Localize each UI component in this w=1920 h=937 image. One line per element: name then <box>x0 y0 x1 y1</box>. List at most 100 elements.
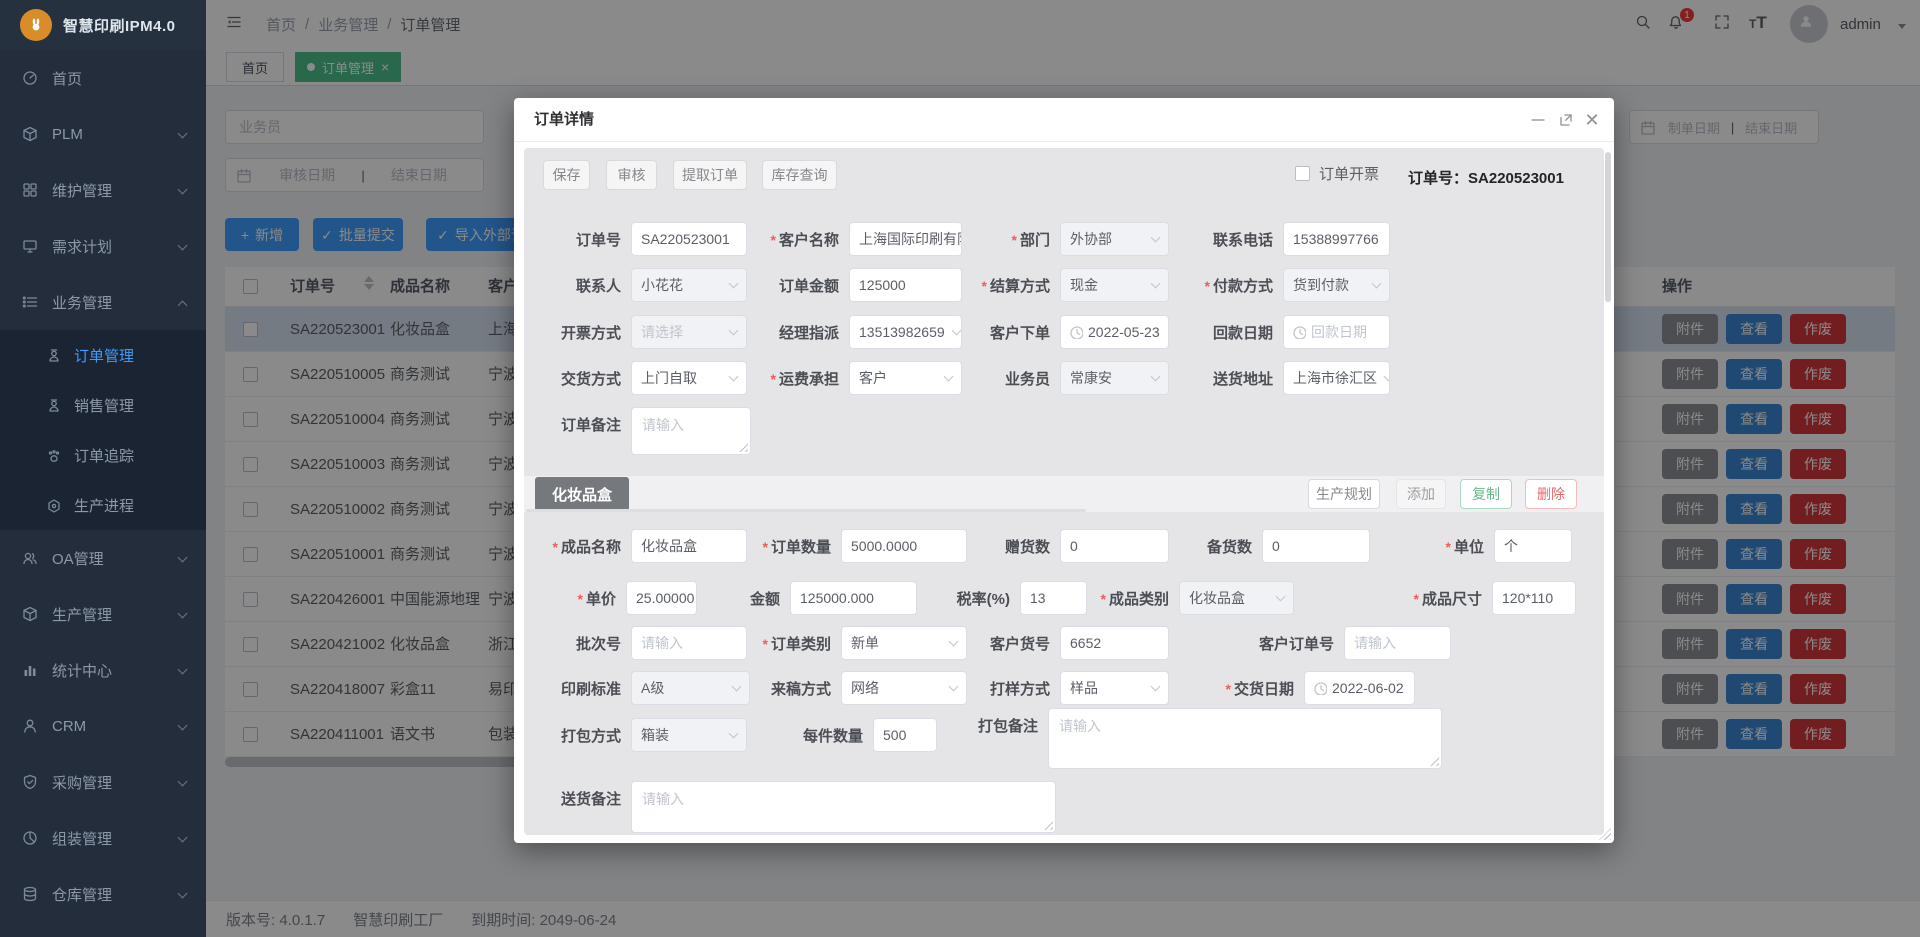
chevron-down-icon <box>178 185 188 195</box>
package-method-select[interactable]: 箱装 <box>631 718 747 752</box>
resize-handle[interactable] <box>1429 756 1439 766</box>
return-date-input[interactable]: 回款日期 <box>1283 315 1390 349</box>
sidebar-item-order-tracking[interactable]: 订单追踪 <box>0 430 206 480</box>
delete-product-button[interactable]: 删除 <box>1525 479 1577 509</box>
print-standard-select[interactable]: A级 <box>631 671 750 705</box>
gift-qty-input[interactable]: 0 <box>1060 529 1169 563</box>
freight-select[interactable]: 客户 <box>849 361 962 395</box>
proof-method-select[interactable]: 样品 <box>1060 671 1169 705</box>
minimize-icon[interactable] <box>1530 112 1546 128</box>
sidebar-item-production[interactable]: 生产管理 <box>0 586 206 642</box>
product-name-input[interactable]: 化妆品盒 <box>631 529 747 563</box>
field-invoice-type: 开票方式请选择 <box>542 315 747 349</box>
sidebar-item-order-management[interactable]: 订单管理 <box>0 330 206 380</box>
sidebar-item-label: 维护管理 <box>52 180 112 201</box>
batch-no-input[interactable]: 请输入 <box>631 626 747 660</box>
business-submenu: 订单管理 销售管理 订单追踪 生产进程 <box>0 330 206 530</box>
save-button[interactable]: 保存 <box>543 160 590 190</box>
required-mark: * <box>771 371 776 387</box>
modal-scrollbar[interactable] <box>1605 152 1611 302</box>
maximize-icon[interactable] <box>1558 112 1574 128</box>
sidebar-item-warehouse[interactable]: 仓库管理 <box>0 866 206 922</box>
stock-qty-input[interactable]: 0 <box>1262 529 1370 563</box>
tax-rate-input[interactable]: 13 <box>1020 581 1087 615</box>
customer-order-no-input[interactable]: 请输入 <box>1344 626 1451 660</box>
unit-price-input[interactable]: 25.00000 <box>626 581 697 615</box>
sidebar-item-sales-management[interactable]: 销售管理 <box>0 380 206 430</box>
contact-select[interactable]: 小花花 <box>631 268 747 302</box>
customer-item-no-input[interactable]: 6652 <box>1060 626 1169 660</box>
invoice-type-select[interactable]: 请选择 <box>631 315 747 349</box>
order-remark-textarea[interactable]: 请输入 <box>631 407 751 455</box>
sidebar-item-assembly[interactable]: 组装管理 <box>0 810 206 866</box>
manager-select[interactable]: 13513982659 <box>849 315 962 349</box>
field-delivery-remark: 送货备注请输入 <box>542 781 1056 833</box>
product-category-select[interactable]: 化妆品盒 <box>1179 581 1294 615</box>
required-mark: * <box>553 539 558 555</box>
required-mark: * <box>1226 681 1231 697</box>
invoice-checkbox[interactable] <box>1295 166 1310 181</box>
department-select[interactable]: 外协部 <box>1060 222 1169 256</box>
field-label: 部门 <box>1020 229 1050 250</box>
sidebar-item-purchasing[interactable]: 采购管理 <box>0 754 206 810</box>
customer-input[interactable]: 上海国际印刷有限公司 <box>849 222 962 256</box>
select-value: 常康安 <box>1070 368 1112 388</box>
customer-order-date-input[interactable]: 2022-05-23 <box>1060 315 1169 349</box>
delivery-remark-textarea[interactable]: 请输入 <box>631 781 1056 833</box>
required-mark: * <box>771 232 776 248</box>
sidebar-item-maintenance[interactable]: 维护管理 <box>0 162 206 218</box>
field-stock-qty: 备货数0 <box>1172 529 1370 563</box>
order-qty-input[interactable]: 5000.0000 <box>841 529 967 563</box>
sidebar-item-home[interactable]: 首页 <box>0 50 206 106</box>
product-tab[interactable]: 化妆品盒 <box>535 477 629 511</box>
textarea-placeholder: 请输入 <box>642 791 684 807</box>
settlement-select[interactable]: 现金 <box>1060 268 1169 302</box>
sidebar-item-label: 订单追踪 <box>74 445 134 466</box>
chevron-down-icon <box>729 728 739 738</box>
payment-select[interactable]: 货到付款 <box>1283 268 1390 302</box>
manuscript-select[interactable]: 网络 <box>841 671 967 705</box>
add-product-button[interactable]: 添加 <box>1396 479 1446 509</box>
sidebar-item-label: 首页 <box>52 68 82 89</box>
address-select[interactable]: 上海市徐汇区 <box>1283 361 1390 395</box>
sidebar-menu: 首页 PLM 维护管理 需求计划 业务管理 订单管理 销售管理 订单追踪 生产进… <box>0 50 206 922</box>
sidebar-item-crm[interactable]: CRM <box>0 698 206 754</box>
field-label: 订单类别 <box>771 633 831 654</box>
field-label: 付款方式 <box>1213 275 1273 296</box>
salesman-select[interactable]: 常康安 <box>1060 361 1169 395</box>
chevron-down-icon <box>729 278 739 288</box>
per-qty-input[interactable]: 500 <box>873 718 937 752</box>
pack-remark-textarea[interactable]: 请输入 <box>1048 708 1442 769</box>
order-no-input[interactable]: SA220523001 <box>631 222 747 256</box>
sidebar-item-demand-plan[interactable]: 需求计划 <box>0 218 206 274</box>
stock-query-button[interactable]: 库存查询 <box>762 160 837 190</box>
select-value: 新单 <box>851 633 879 653</box>
field-label: 联系电话 <box>1213 229 1273 250</box>
chevron-down-icon <box>944 371 954 381</box>
chevron-down-icon <box>1384 371 1390 381</box>
sidebar-item-plm[interactable]: PLM <box>0 106 206 162</box>
copy-product-button[interactable]: 复制 <box>1460 479 1512 509</box>
amount-input[interactable]: 125000 <box>849 268 962 302</box>
resize-handle[interactable] <box>738 442 748 452</box>
order-type-select[interactable]: 新单 <box>841 626 967 660</box>
extract-order-button[interactable]: 提取订单 <box>673 160 747 190</box>
unit-input[interactable]: 个 <box>1494 529 1572 563</box>
sidebar-item-oa[interactable]: OA管理 <box>0 530 206 586</box>
delivery-method-select[interactable]: 上门自取 <box>631 361 747 395</box>
audit-button[interactable]: 审核 <box>606 160 657 190</box>
delivery-date-input[interactable]: 2022-06-02 <box>1304 671 1415 705</box>
production-plan-button[interactable]: 生产规划 <box>1308 479 1380 509</box>
phone-input[interactable]: 15388997766 <box>1283 222 1390 256</box>
close-icon[interactable]: ✕ <box>1584 112 1600 128</box>
line-amount-input[interactable]: 125000.000 <box>790 581 917 615</box>
resize-handle[interactable] <box>1043 820 1053 830</box>
required-mark: * <box>1414 591 1419 607</box>
product-size-input[interactable]: 120*110 <box>1492 581 1576 615</box>
select-value: 网络 <box>851 678 879 698</box>
date-placeholder: 回款日期 <box>1311 322 1367 342</box>
sidebar-item-statistics[interactable]: 统计中心 <box>0 642 206 698</box>
sidebar-item-production-progress[interactable]: 生产进程 <box>0 480 206 530</box>
select-value: 样品 <box>1070 678 1098 698</box>
sidebar-item-business[interactable]: 业务管理 <box>0 274 206 330</box>
